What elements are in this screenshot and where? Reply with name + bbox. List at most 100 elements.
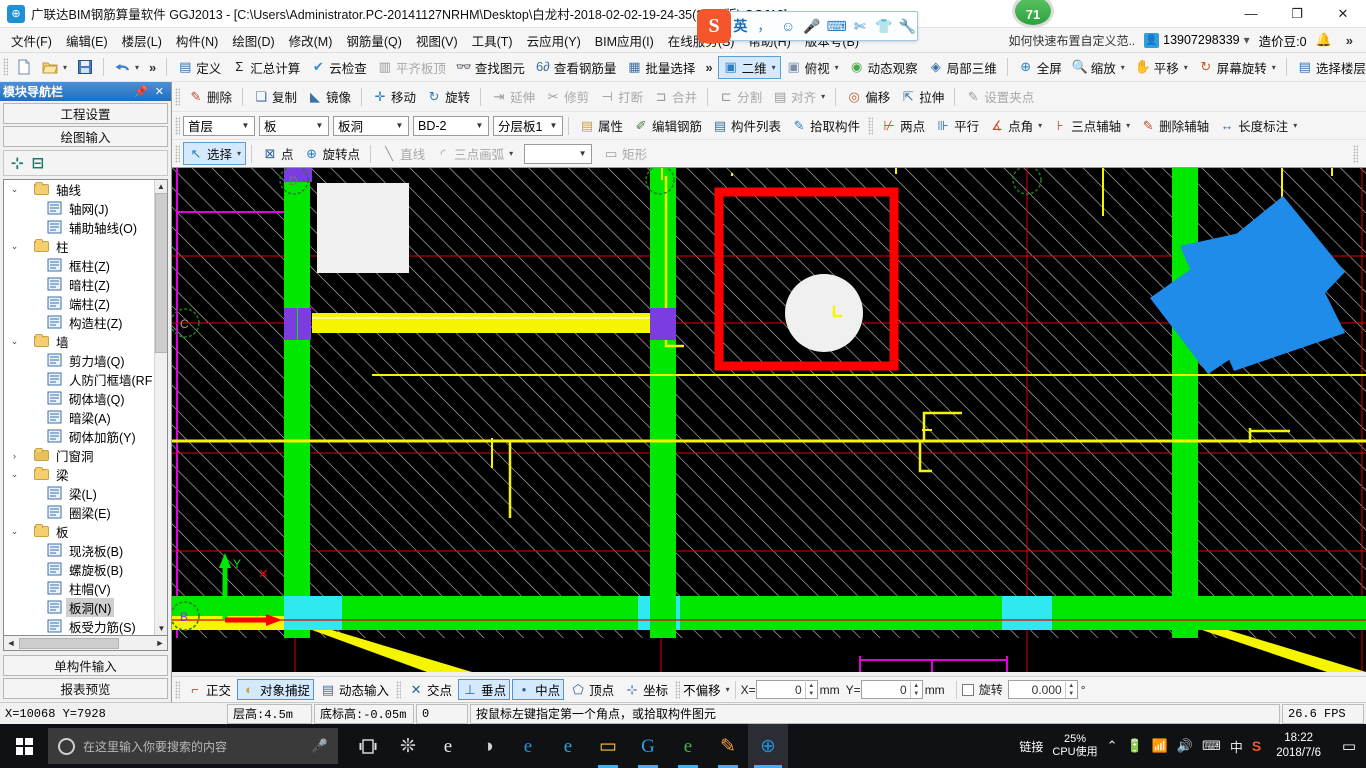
cad-canvas[interactable]: Y ✕ D C B [172,168,1366,672]
toolbar-comp-properties-icon[interactable]: ▤ 属性 [574,114,628,137]
tree-expander-icon[interactable]: ⌄ [8,184,21,195]
tree-item-10[interactable]: 人防门框墙(RF [4,370,154,389]
component-select[interactable]: BD-2 ▼ [413,115,489,136]
toolbar-comp-two-point-icon[interactable]: ⊬ 两点 [876,114,930,137]
ime-skin-icon[interactable]: 👕 [874,18,893,35]
ime-emoji-icon[interactable]: ☺ [779,18,798,34]
taskbar-ie-classic-icon[interactable]: e [428,724,468,768]
scroll-thumb-h[interactable] [19,637,119,649]
x-stepper[interactable]: ▲ ▼ [804,681,817,698]
x-input[interactable]: 0 ▲ ▼ [755,680,818,699]
snap-point-4[interactable]: ⊹ 坐标 [620,679,672,700]
tree-item-19[interactable]: 现浇板(B) [4,541,154,560]
toolbar-comp-delete-axis-icon[interactable]: ✎ 删除辅轴 [1135,114,1214,137]
toolbar-view-local3d-icon[interactable]: ◈ 局部三维 [923,56,1002,79]
bell-icon[interactable]: 🔔 [1316,32,1332,48]
chevron-down-icon[interactable]: ▾ [135,63,139,72]
toolbar-main-cloud-check-icon[interactable]: ✔ 云检查 [305,56,372,79]
tree-item-13[interactable]: 砌体加筋(Y) [4,427,154,446]
menu-item-5[interactable]: 修改(M) [282,28,340,53]
scroll-thumb[interactable] [155,193,167,353]
taskbar-uc-browser-icon[interactable]: ◑ [468,724,508,768]
tree-item-11[interactable]: 砌体墙(Q) [4,389,154,408]
tree-folder-14[interactable]: › 门窗洞 [4,446,154,465]
toolbar-grip[interactable] [175,144,180,163]
toolbar-main-view-rebar-icon[interactable]: 6∂ 查看钢筋量 [530,56,622,79]
toolbar-comp-point-angle-icon[interactable]: ∡ 点角 ▾ [984,114,1047,137]
toolbar-comp-component-list-icon[interactable]: ▤ 构件列表 [707,114,786,137]
pin-icon[interactable]: 📌 [134,85,148,98]
tree-item-16[interactable]: 梁(L) [4,484,154,503]
snap-point-3[interactable]: ⬠ 顶点 [566,679,618,700]
ime-screenshot-icon[interactable]: ✄ [850,18,869,35]
sogou-tray-icon[interactable]: S [1252,738,1261,754]
keyboard-icon[interactable]: ⌨ [1202,738,1221,754]
chevron-down-icon[interactable]: ▾ [772,63,776,72]
menu-item-6[interactable]: 钢筋量(Q) [339,28,409,53]
toolbar-comp-pick-component-icon[interactable]: ✎ 拾取构件 [786,114,865,137]
account-area[interactable]: 👤 13907298339 ▾ [1144,32,1250,48]
chevron-down-icon[interactable]: ▾ [1244,33,1250,47]
sogou-logo-icon[interactable]: S [697,9,731,43]
taskbar-sogou-browser-icon[interactable]: ❊ [388,724,428,768]
ime-toolbar[interactable]: S 英 ， ☺ 🎤 ⌨ ✄ 👕 🔧 [697,9,918,43]
tree-expander-icon[interactable]: ⌄ [8,336,21,347]
snapbar-grip-2[interactable] [396,680,402,699]
tree-item-22[interactable]: 板洞(N) [4,598,154,617]
taskbar-360-browser-icon[interactable]: G [628,724,668,768]
rotate-input[interactable]: 0.000 ▲ ▼ [1007,680,1078,699]
chevron-down-icon[interactable]: ▾ [1272,63,1276,72]
toolbar-main-sigma-icon[interactable]: Σ 汇总计算 [226,56,305,79]
tree-item-21[interactable]: 柱帽(V) [4,579,154,598]
tree-expander-icon[interactable]: ⌄ [8,241,21,252]
taskbar-green-browser-icon[interactable]: e [668,724,708,768]
tree-folder-15[interactable]: ⌄ 梁 [4,465,154,484]
windows-start-icon[interactable] [0,724,48,768]
ime-voice-icon[interactable]: 🎤 [803,18,822,35]
tree-item-20[interactable]: 螺旋板(B) [4,560,154,579]
minimize-button[interactable]: — [1228,0,1274,28]
toolbar-draw-rotate-point-icon[interactable]: ⊕ 旋转点 [299,142,366,165]
ime-settings-icon[interactable]: 🔧 [898,18,917,35]
toolbar-view-2d-icon[interactable]: ▣ 二维 ▾ [717,55,781,79]
report-preview-button[interactable]: 报表预览 [3,678,168,699]
toolbar-modify-copy-icon[interactable]: ❏ 复制 [248,85,302,108]
expand-all-icon[interactable]: ⊹ [11,154,24,172]
ime-lang-icon[interactable]: 英 [731,16,750,36]
tree-expander-icon[interactable]: › [8,451,21,461]
toolbar-view-pan-icon[interactable]: ✋ 平移 ▾ [1130,56,1193,79]
tree-item-7[interactable]: 构造柱(Z) [4,313,154,332]
component-type-select[interactable]: 板洞 ▼ [333,115,409,136]
toolbar-grip[interactable] [3,58,8,76]
y-input[interactable]: 0 ▲ ▼ [860,680,923,699]
wifi-icon[interactable]: 📶 [1152,738,1168,754]
toolbar-view-topview-icon[interactable]: ▣ 俯视 ▾ [781,56,844,79]
toolbar-view-zoom-icon[interactable]: 🔍 缩放 ▾ [1067,56,1130,79]
project-settings-button[interactable]: 工程设置 [3,103,168,124]
menu-item-8[interactable]: 工具(T) [465,28,520,53]
chevron-down-icon[interactable]: ▼ [547,121,560,130]
chevron-down-icon[interactable]: ▼ [313,121,326,130]
y-stepper[interactable]: ▲ ▼ [909,681,922,698]
toolbar-main-batch-select-icon[interactable]: ▦ 批量选择 [621,56,700,79]
ime-punct-icon[interactable]: ， [755,16,774,36]
toolbar-modify-offset-icon[interactable]: ◎ 偏移 [841,85,895,108]
tree-item-17[interactable]: 圈梁(E) [4,503,154,522]
tree-folder-18[interactable]: ⌄ 板 [4,522,154,541]
chevron-down-icon[interactable]: ▼ [239,121,252,130]
close-button[interactable]: ✕ [1320,0,1366,28]
component-tree[interactable]: ⌄ 轴线 轴网(J) 辅助轴线(O) ⌄ 柱框柱(Z) 暗柱(Z) 端柱(Z) 构造柱(Z) ⌄ 墙… [3,179,168,636]
maximize-button[interactable]: ❐ [1274,0,1320,28]
toolbar-modify-mirror-icon[interactable]: ◣ 镜像 [302,85,356,108]
collapse-all-icon[interactable]: ⊟ [32,154,45,172]
clock[interactable]: 18:22 2018/7/6 [1270,731,1327,761]
toolbar-main-binocular-icon[interactable]: 👓 查找图元 [451,56,530,79]
chevron-down-icon[interactable]: ▼ [393,121,406,130]
rotate-checkbox[interactable] [961,683,974,696]
tree-item-12[interactable]: 暗梁(A) [4,408,154,427]
floor-select[interactable]: 首层 ▼ [183,115,255,136]
tree-folder-0[interactable]: ⌄ 轴线 [4,180,154,199]
toolbar-main-define-icon[interactable]: ▤ 定义 [172,56,226,79]
menu-item-4[interactable]: 绘图(D) [225,28,281,53]
snapbar-grip[interactable] [175,680,180,699]
